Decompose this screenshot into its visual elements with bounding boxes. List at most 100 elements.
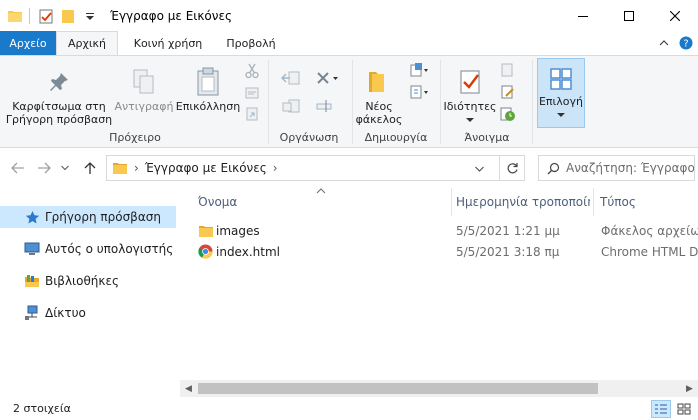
title-bar: Έγγραφο με Εικόνες <box>0 0 698 31</box>
scroll-thumb[interactable] <box>198 383 598 394</box>
minimize-button[interactable] <box>560 0 606 31</box>
cut-icon[interactable] <box>244 63 260 79</box>
tab-share[interactable]: Κοινή χρήση <box>122 31 214 55</box>
rename-icon[interactable] <box>314 98 336 114</box>
properties-button[interactable]: Ιδιότητες <box>442 66 498 126</box>
nav-item-quick-access[interactable]: Γρήγορη πρόσβαση <box>0 206 176 228</box>
address-dropdown-icon[interactable] <box>471 161 487 177</box>
help-icon[interactable]: ? <box>678 35 694 51</box>
move-to-icon[interactable] <box>280 70 302 86</box>
file-date: 5/5/2021 3:18 πμ <box>456 244 560 259</box>
nav-item-label: Αυτός ο υπολογιστής <box>45 242 174 256</box>
file-type: Φάκελος αρχείων <box>601 223 698 238</box>
organize-group-label: Οργάνωση <box>279 131 339 144</box>
back-button[interactable] <box>8 158 28 178</box>
large-icons-view-icon[interactable] <box>674 400 694 418</box>
copy-to-icon[interactable] <box>280 98 302 114</box>
new-folder-icon[interactable] <box>58 6 78 26</box>
file-type: Chrome HTML Document <box>601 244 698 259</box>
column-header-name[interactable]: Όνομα <box>198 188 448 216</box>
nav-item-label: Γρήγορη πρόσβαση <box>45 210 161 224</box>
easy-access-icon[interactable] <box>408 84 430 100</box>
copy-path-icon[interactable] <box>244 85 260 101</box>
file-name: index.html <box>216 244 280 259</box>
network-icon <box>24 305 40 321</box>
select-dropdown-icon <box>557 108 565 121</box>
column-divider[interactable] <box>593 188 594 216</box>
paste-icon <box>192 66 224 98</box>
paste-button[interactable]: Επικόλληση <box>176 66 240 113</box>
paste-shortcut-icon[interactable] <box>244 106 260 122</box>
nav-item-libraries[interactable]: Βιβλιοθήκες <box>0 270 176 292</box>
select-label: Επιλογή <box>538 95 584 108</box>
copy-button[interactable]: Αντιγραφή <box>114 66 174 113</box>
ribbon: Καρφίτσωμα στη Γρήγορη πρόσβαση Αντιγραφ… <box>0 55 698 148</box>
breadcrumb-chevron-icon[interactable]: › <box>134 161 139 175</box>
scroll-right-icon[interactable]: ▶ <box>681 380 698 397</box>
refresh-icon[interactable] <box>499 156 525 180</box>
new-folder-label: Νέος <box>365 100 393 113</box>
tab-view[interactable]: Προβολή <box>218 31 284 55</box>
navigation-bar: › Έγγραφο με Εικόνες › Αναζήτηση: Έγγραφ… <box>0 148 698 188</box>
item-count: 2 στοιχεία <box>13 402 71 415</box>
breadcrumb-current[interactable]: Έγγραφο με Εικόνες <box>145 161 267 175</box>
paste-label: Επικόλληση <box>175 100 241 113</box>
folder-icon <box>112 160 128 176</box>
collapse-ribbon-icon[interactable] <box>656 35 672 51</box>
tab-home[interactable]: Αρχική <box>56 31 118 55</box>
breadcrumb-chevron-icon[interactable]: › <box>273 161 278 175</box>
copy-label: Αντιγραφή <box>114 100 174 113</box>
folder-icon <box>5 6 25 26</box>
edit-icon[interactable] <box>500 84 516 100</box>
horizontal-scrollbar[interactable]: ◀ ▶ <box>180 380 698 397</box>
quick-access-toolbar <box>0 0 100 31</box>
column-header-date[interactable]: Ημερομηνία τροποποίησης <box>456 188 590 216</box>
group-separator <box>532 60 533 144</box>
svg-text:?: ? <box>683 39 688 50</box>
forward-button[interactable] <box>34 158 54 178</box>
file-row[interactable]: images 5/5/2021 1:21 μμ Φάκελος αρχείων <box>194 220 698 241</box>
open-icon[interactable] <box>500 62 516 78</box>
properties-icon[interactable] <box>36 6 56 26</box>
ribbon-tabs: Αρχείο Αρχική Κοινή χρήση Προβολή ? <box>0 31 698 55</box>
clipboard-group-label: Πρόχειρο <box>109 131 161 144</box>
delete-icon[interactable] <box>314 70 340 86</box>
tab-file[interactable]: Αρχείο <box>0 31 56 55</box>
search-input[interactable]: Αναζήτηση: Έγγραφο με Εικόνες <box>566 161 694 175</box>
new-item-icon[interactable] <box>408 62 430 78</box>
nav-item-network[interactable]: Δίκτυο <box>0 302 176 324</box>
nav-item-label: Δίκτυο <box>45 306 86 320</box>
pin-label-line2: Γρήγορη πρόσβαση <box>5 113 113 126</box>
select-icon <box>545 63 577 95</box>
separator <box>29 7 30 24</box>
new-folder-icon <box>363 66 395 98</box>
recent-locations-button[interactable] <box>58 158 72 178</box>
group-separator <box>268 60 269 144</box>
window-title: Έγγραφο με Εικόνες <box>110 9 232 23</box>
nav-item-this-pc[interactable]: Αυτός ο υπολογιστής <box>0 238 176 260</box>
pin-quick-access-button[interactable]: Καρφίτσωμα στη Γρήγορη πρόσβαση <box>6 66 112 126</box>
file-name: images <box>216 223 260 238</box>
group-separator <box>352 60 353 144</box>
group-separator <box>440 60 441 144</box>
close-button[interactable] <box>652 0 698 31</box>
up-button[interactable] <box>80 158 100 178</box>
customize-toolbar-icon[interactable] <box>80 6 100 26</box>
select-button[interactable]: Επιλογή <box>537 58 585 128</box>
maximize-button[interactable] <box>606 0 652 31</box>
column-divider[interactable] <box>451 188 452 216</box>
file-row[interactable]: index.html 5/5/2021 3:18 πμ Chrome HTML … <box>194 241 698 262</box>
navigation-pane: Γρήγορη πρόσβαση Αυτός ο υπολογιστής Βιβ… <box>0 188 180 398</box>
search-box[interactable]: Αναζήτηση: Έγγραφο με Εικόνες <box>538 155 695 181</box>
pin-icon <box>43 66 75 98</box>
scroll-left-icon[interactable]: ◀ <box>180 380 197 397</box>
address-bar[interactable]: › Έγγραφο με Εικόνες › <box>106 155 525 181</box>
pin-label: Καρφίτσωμα στη <box>12 100 106 113</box>
history-icon[interactable] <box>500 106 516 122</box>
file-list: Όνομα Ημερομηνία τροποποίησης Τύπος imag… <box>180 188 698 398</box>
file-date: 5/5/2021 1:21 μμ <box>456 223 560 238</box>
column-header-type[interactable]: Τύπος <box>600 188 698 216</box>
new-folder-button[interactable]: Νέος φάκελος <box>354 66 404 126</box>
properties-icon <box>454 66 486 98</box>
details-view-icon[interactable] <box>651 400 671 418</box>
